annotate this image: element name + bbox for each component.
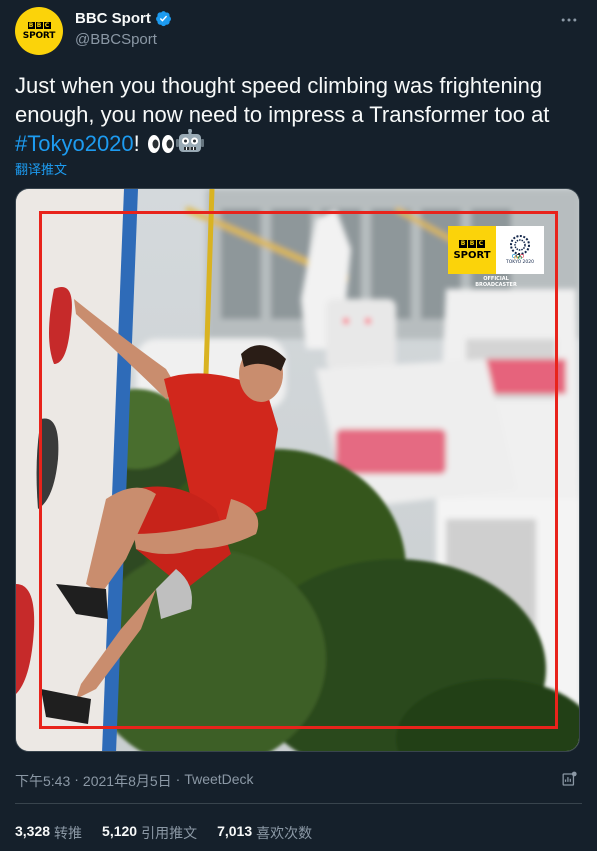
- hashtag-link[interactable]: #Tokyo2020: [15, 131, 134, 156]
- logo-letter: B: [468, 239, 476, 248]
- tweet-text: Just when you thought speed climbing was…: [15, 72, 585, 159]
- tokyo-2020-label: TOKYO 2020: [505, 260, 534, 265]
- logo-bbc-blocks: B B C: [459, 239, 485, 248]
- highlight-frame: [39, 211, 558, 729]
- tokyo-2020-logo: TOKYO 2020: [496, 226, 544, 274]
- avatar-letter: B: [27, 21, 35, 29]
- quote-tweets-stat[interactable]: 5,120 引用推文: [102, 823, 197, 843]
- stat-number: 5,120: [102, 823, 138, 839]
- tweet-source-link[interactable]: TweetDeck: [184, 771, 253, 791]
- avatar-letter: C: [43, 21, 51, 29]
- author-name-row[interactable]: BBC Sport: [75, 10, 172, 27]
- tweet-media-image[interactable]: B B C SPORT TOKYO 2020 OFFICIAL BROADCAS…: [15, 188, 580, 752]
- stat-label: 引用推文: [141, 825, 198, 841]
- meta-separator: ·: [74, 771, 79, 787]
- likes-stat[interactable]: 7,013 喜欢次数: [217, 823, 312, 843]
- avatar-bbc-blocks: B B C: [27, 21, 51, 29]
- logo-word: SPORT: [453, 249, 491, 261]
- broadcaster-line: BROADCASTER: [475, 282, 517, 288]
- tweet-stats: 3,328 转推 5,120 引用推文 7,013 喜欢次数: [15, 823, 312, 843]
- tweet-date[interactable]: 2021年8月5日: [83, 771, 172, 791]
- display-name[interactable]: BBC Sport: [75, 10, 151, 27]
- translate-tweet-link[interactable]: 翻译推文: [15, 159, 67, 178]
- eyes-emoji-icon: [147, 135, 174, 153]
- avatar[interactable]: B B C SPORT: [15, 7, 63, 55]
- tweet-text-part: !: [133, 131, 146, 156]
- logo-letter: C: [477, 239, 485, 248]
- tweet-meta: 下午5:43 · 2021年8月5日 · TweetDeck: [15, 771, 254, 791]
- stat-number: 7,013: [217, 823, 253, 839]
- tweet-time[interactable]: 下午5:43: [15, 771, 70, 791]
- avatar-letter: B: [35, 21, 43, 29]
- analytics-icon[interactable]: [560, 770, 579, 789]
- tweet-detail: B B C SPORT BBC Sport @BBCSport Just whe…: [0, 0, 597, 851]
- verified-badge-icon: [155, 11, 171, 27]
- author-handle[interactable]: @BBCSport: [75, 31, 157, 48]
- more-options-icon[interactable]: [559, 10, 579, 30]
- logo-letter: B: [459, 239, 467, 248]
- robot-emoji-icon: [175, 129, 204, 152]
- stat-label: 转推: [54, 825, 83, 841]
- broadcast-logos: B B C SPORT TOKYO 2020: [448, 226, 544, 274]
- stat-label: 喜欢次数: [256, 825, 313, 841]
- divider: [15, 803, 582, 804]
- tokyo-emblem-icon: [510, 235, 530, 259]
- tweet-text-part: Just when you thought speed climbing was…: [15, 73, 550, 127]
- official-broadcaster-label: OFFICIAL BROADCASTER: [460, 276, 532, 288]
- retweets-stat[interactable]: 3,328 转推: [15, 823, 82, 843]
- avatar-word: SPORT: [22, 30, 56, 41]
- meta-separator: ·: [175, 771, 181, 787]
- bbc-sport-logo: B B C SPORT: [448, 226, 496, 274]
- stat-number: 3,328: [15, 823, 51, 839]
